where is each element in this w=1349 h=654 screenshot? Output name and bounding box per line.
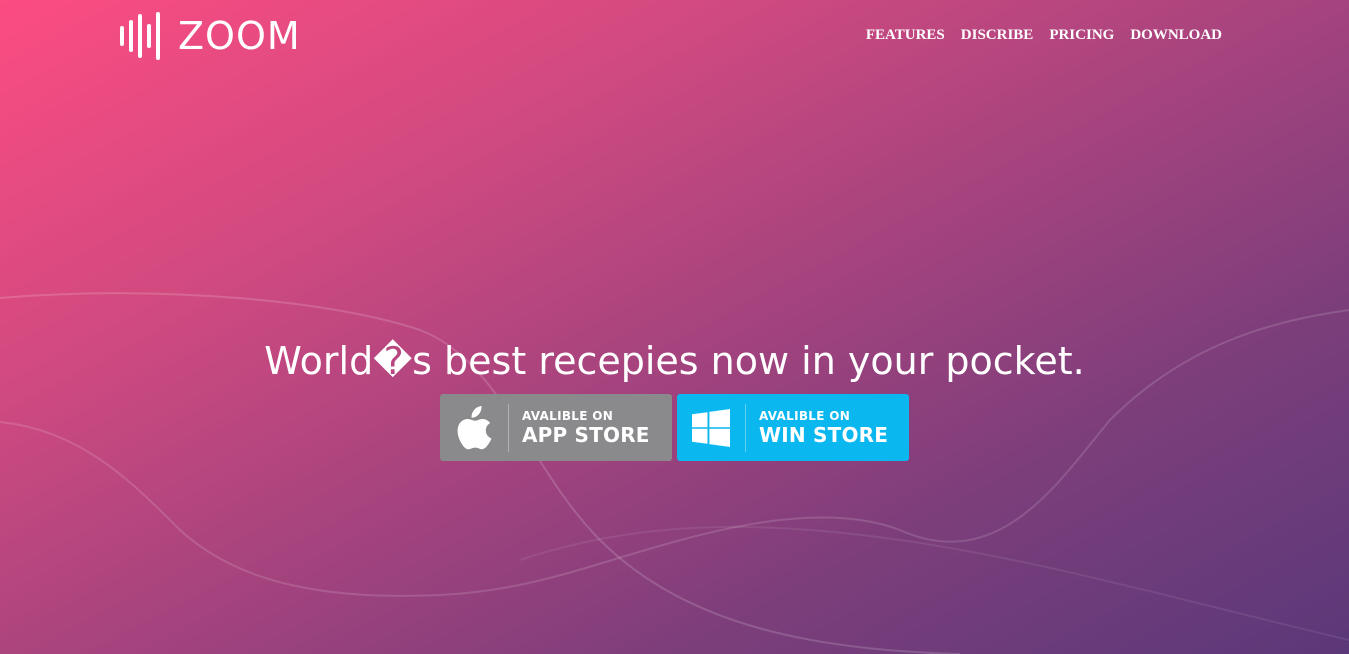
nav-item-download[interactable]: DOWNLOAD xyxy=(1130,24,1222,46)
win-store-button[interactable]: AVALIBLE ON WIN STORE xyxy=(677,394,909,461)
store-availability-label: AVALIBLE ON xyxy=(759,408,851,423)
brand-name: ZOOM xyxy=(178,14,301,58)
store-buttons: AVALIBLE ON APP STORE AVALIBLE ON WIN ST… xyxy=(440,394,909,461)
store-text: AVALIBLE ON APP STORE xyxy=(522,409,650,447)
hero-headline: World�s best recepies now in your pocket… xyxy=(264,339,1085,383)
nav-item-features[interactable]: FEATURES xyxy=(866,24,945,46)
hero-section: ZOOM FEATURES DISCRIBE PRICING DOWNLOAD … xyxy=(0,0,1349,654)
store-divider xyxy=(745,403,746,452)
logo-bars-icon xyxy=(120,12,160,60)
apple-logo-icon xyxy=(440,394,508,461)
store-name: WIN STORE xyxy=(759,422,889,447)
store-availability-label: AVALIBLE ON xyxy=(522,408,614,423)
store-text: AVALIBLE ON WIN STORE xyxy=(759,409,888,447)
main-nav: FEATURES DISCRIBE PRICING DOWNLOAD xyxy=(866,24,1222,46)
app-store-button[interactable]: AVALIBLE ON APP STORE xyxy=(440,394,672,461)
brand-logo[interactable]: ZOOM xyxy=(120,12,301,60)
store-name: APP STORE xyxy=(522,422,650,447)
windows-logo-icon xyxy=(677,394,745,461)
decorative-wave-lines xyxy=(0,292,1349,654)
store-divider xyxy=(508,403,509,452)
nav-item-discribe[interactable]: DISCRIBE xyxy=(961,24,1034,46)
nav-item-pricing[interactable]: PRICING xyxy=(1049,24,1114,46)
